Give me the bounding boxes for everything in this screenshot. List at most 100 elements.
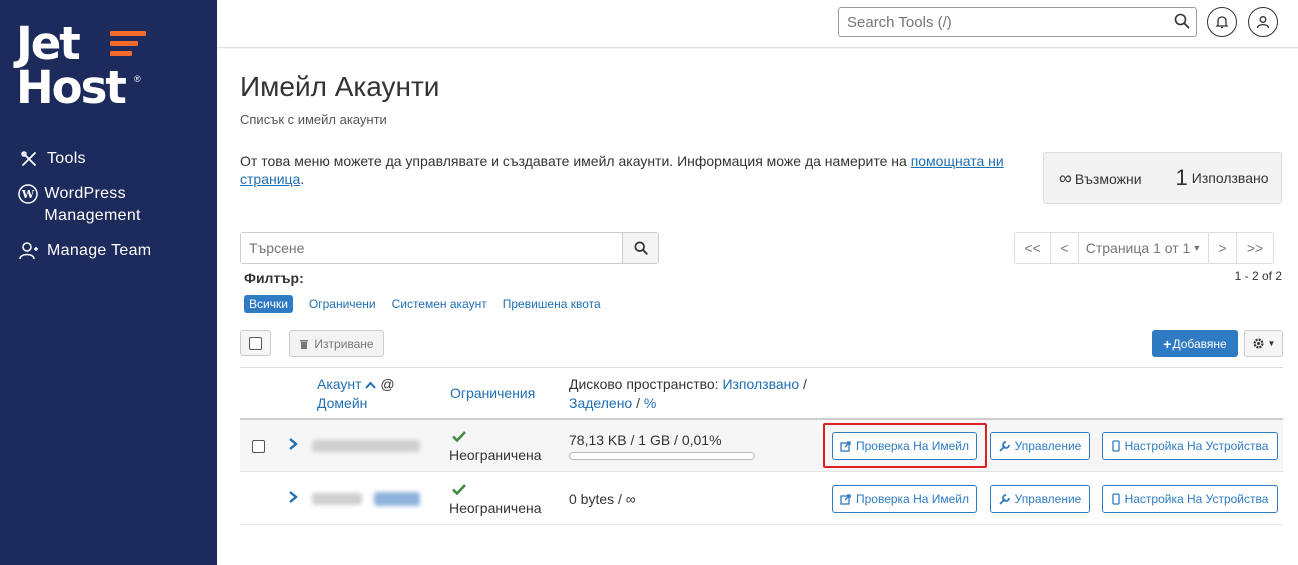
filter-over-quota[interactable]: Превишена квота — [503, 295, 601, 313]
sort-asc-icon — [365, 376, 377, 392]
logo-bars — [110, 31, 146, 61]
manage-label: Управление — [1014, 492, 1082, 506]
sidebar-item-label: Tools — [47, 150, 86, 167]
notifications-button[interactable] — [1207, 7, 1237, 37]
sort-used-link[interactable]: Използвано — [722, 376, 799, 392]
sidebar-item-wordpress[interactable]: W WordPress Management — [17, 183, 207, 227]
sort-percent-link[interactable]: % — [644, 395, 656, 411]
main-content: Имейл Акаунти Списък с имейл акаунти От … — [217, 49, 1298, 565]
page-title: Имейл Акаунти — [240, 71, 440, 102]
disk-sep: / — [799, 376, 807, 392]
disk-sep: / — [632, 395, 644, 411]
check-email-label: Проверка На Имейл — [855, 492, 969, 506]
sort-domain-link[interactable]: Домейн — [317, 395, 367, 411]
description-text: От това меню можете да управлявате и съз… — [240, 153, 911, 169]
table-row: Неограничена 78,13 KB / 1 GB / 0,01% Про… — [240, 420, 1283, 472]
redacted-badge — [374, 492, 420, 506]
stats-used: 1 Използвано — [1176, 165, 1269, 191]
plus-icon: + — [1163, 335, 1172, 352]
logo-registered: ® — [134, 74, 141, 84]
column-account-domain[interactable]: Акаунт @ Домейн — [317, 375, 395, 413]
top-bar — [217, 0, 1298, 48]
device-setup-button[interactable]: Настройка На Устройства — [1102, 485, 1278, 513]
select-all-checkbox[interactable] — [249, 336, 262, 350]
redacted-email — [312, 440, 420, 452]
restriction-value: Неограничена — [449, 447, 542, 463]
used-count: 1 — [1175, 165, 1188, 190]
result-count: 1 - 2 of 2 — [1234, 269, 1282, 283]
svg-text:W: W — [21, 188, 35, 201]
delete-label: Изтриване — [314, 336, 374, 351]
sort-restrictions-link[interactable]: Ограничения — [450, 385, 535, 401]
disk-usage-text: 78,13 KB / 1 GB / 0,01% — [569, 432, 722, 448]
select-all-button[interactable] — [240, 330, 271, 356]
filter-restricted[interactable]: Ограничени — [309, 295, 376, 313]
wrench-icon — [999, 493, 1010, 505]
page-description: От това меню можете да управлявате и съз… — [240, 152, 1010, 188]
logo-line1: Jet — [16, 17, 81, 70]
bell-icon — [1215, 16, 1229, 29]
manage-button[interactable]: Управление — [990, 485, 1090, 513]
account-stats: ∞ Възможни 1 Използвано — [1043, 152, 1282, 204]
pager-first[interactable]: << — [1015, 233, 1051, 263]
table-search-button[interactable] — [622, 233, 658, 263]
column-disk-space: Дисково пространство: Използвано / Задел… — [569, 375, 807, 413]
manage-label: Управление — [1014, 439, 1082, 453]
sort-allocated-link[interactable]: Заделено — [569, 395, 632, 411]
wrench-icon — [999, 440, 1010, 452]
check-email-button[interactable]: Проверка На Имейл — [832, 485, 977, 513]
page-subtitle: Списък с имейл акаунти — [240, 112, 387, 127]
search-icon[interactable] — [1174, 13, 1190, 32]
user-icon — [1256, 16, 1270, 29]
infinity-symbol: ∞ — [1059, 167, 1072, 188]
device-setup-label: Настройка На Устройства — [1124, 439, 1269, 453]
add-account-button[interactable]: + Добавяне — [1152, 330, 1238, 357]
sidebar-nav: Tools W WordPress Management Manage Team — [17, 148, 207, 275]
possible-label: Възможни — [1074, 170, 1142, 187]
sidebar-item-team[interactable]: Manage Team — [17, 240, 207, 262]
mobile-icon — [1111, 493, 1120, 505]
pager-last[interactable]: >> — [1237, 233, 1273, 263]
restriction-value: Неограничена — [449, 500, 542, 516]
chevron-right-icon[interactable] — [288, 437, 298, 454]
highlight-box — [823, 423, 987, 468]
gear-icon — [1253, 338, 1264, 349]
filter-all[interactable]: Всички — [244, 295, 293, 313]
device-setup-button[interactable]: Настройка На Устройства — [1102, 432, 1278, 460]
at-symbol: @ — [380, 376, 395, 392]
caret-down-icon: ▼ — [1267, 339, 1276, 348]
trash-icon — [300, 340, 309, 349]
add-label: Добавяне — [1172, 336, 1227, 351]
jethost-logo[interactable]: Jet Host ® — [16, 17, 151, 114]
tools-search — [838, 7, 1197, 37]
logo-line2: Host — [16, 61, 127, 114]
table-header: Акаунт @ Домейн Ограничения Дисково прос… — [240, 367, 1283, 420]
sidebar-item-label: WordPress Management — [44, 185, 141, 224]
filter-list: Всички Ограничени Системен акаунт Превиш… — [244, 295, 617, 313]
tools-search-input[interactable] — [839, 8, 1159, 36]
sidebar: Jet Host ® Tools W WordPress Management … — [0, 0, 217, 565]
description-end: . — [300, 171, 305, 187]
sidebar-item-tools[interactable]: Tools — [17, 148, 207, 170]
search-icon — [633, 241, 648, 255]
external-link-icon — [840, 493, 851, 505]
pager-next[interactable]: > — [1209, 233, 1237, 263]
filter-system-account[interactable]: Системен акаунт — [392, 295, 487, 313]
caret-down-icon: ▼ — [1192, 243, 1202, 253]
sort-account-link[interactable]: Акаунт — [317, 376, 362, 392]
column-restrictions[interactable]: Ограничения — [450, 384, 535, 403]
user-account-button[interactable] — [1248, 7, 1278, 37]
delete-button[interactable]: Изтриване — [289, 330, 384, 357]
settings-dropdown-button[interactable]: ▼ — [1244, 330, 1283, 357]
row-checkbox[interactable] — [252, 440, 265, 453]
table-search-input[interactable] — [241, 233, 622, 263]
disk-usage-bar — [569, 452, 755, 460]
redacted-username — [312, 493, 362, 505]
pager-page-select[interactable]: Страница 1 от 1 ▼ — [1079, 233, 1209, 263]
wordpress-icon: W — [17, 183, 38, 205]
chevron-right-icon[interactable] — [288, 490, 298, 507]
manage-button[interactable]: Управление — [990, 432, 1090, 460]
pager-prev[interactable]: < — [1051, 233, 1079, 263]
team-icon — [17, 240, 41, 262]
mobile-icon — [1111, 440, 1120, 452]
